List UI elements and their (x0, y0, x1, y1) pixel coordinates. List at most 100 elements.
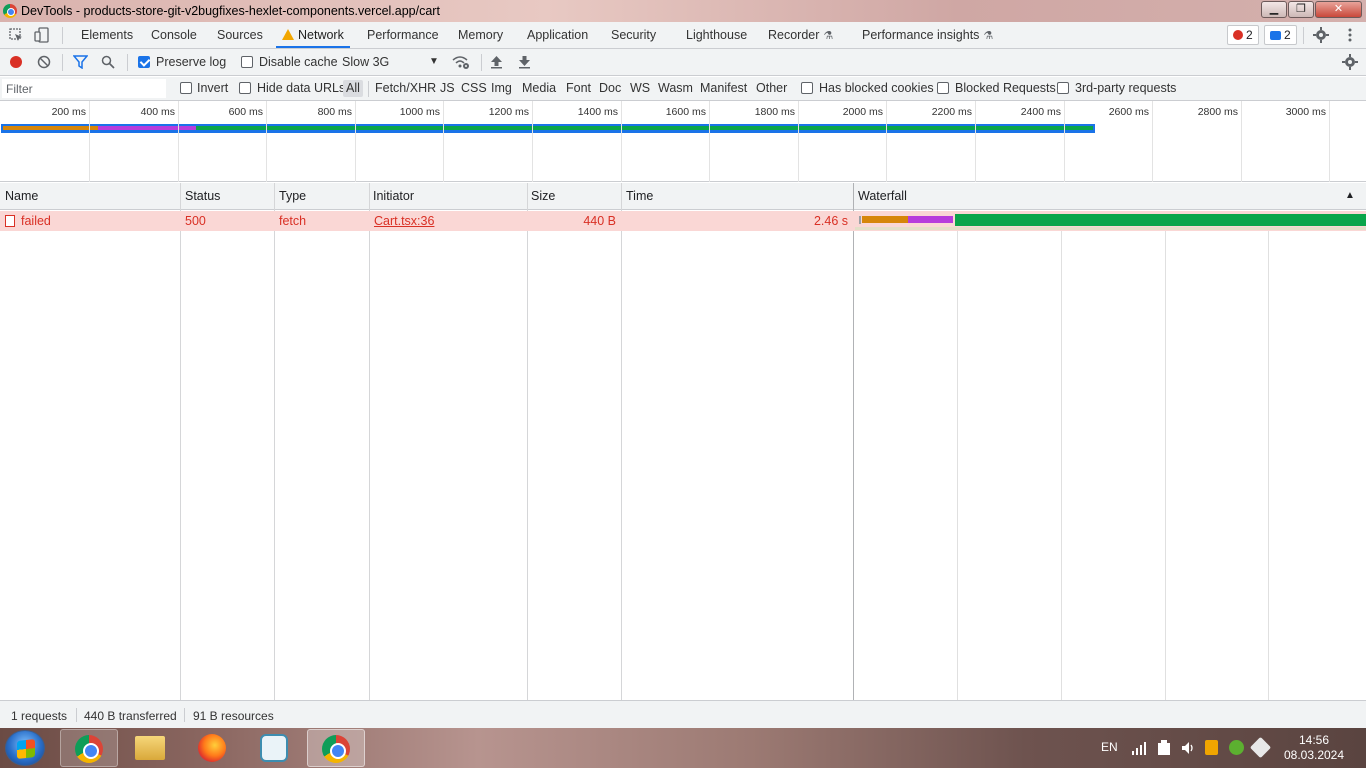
column-size[interactable]: Size (526, 183, 555, 209)
type-filter-other[interactable]: Other (756, 81, 787, 95)
blocked-requests-label: Blocked Requests (955, 81, 1056, 95)
close-button[interactable]: ✕ (1315, 1, 1362, 18)
filter-icon[interactable] (73, 55, 88, 69)
tray-app-icon[interactable] (1205, 740, 1218, 755)
chrome-icon (322, 735, 350, 763)
type-filter-font[interactable]: Font (566, 81, 591, 95)
invert-checkbox[interactable] (180, 82, 192, 94)
inspect-element-icon[interactable] (8, 27, 24, 43)
chrome-icon (75, 735, 103, 763)
taskbar-chrome-devtools[interactable] (307, 729, 365, 767)
type-filter-media[interactable]: Media (522, 81, 556, 95)
windows-taskbar: EN 14:56 08.03.2024 (0, 728, 1366, 768)
type-filter-all[interactable]: All (343, 80, 363, 97)
request-status: 500 (185, 214, 206, 228)
taskbar-app[interactable] (245, 729, 303, 767)
taskbar-explorer[interactable] (121, 729, 179, 767)
tab-elements[interactable]: Elements (81, 22, 133, 48)
throttling-select[interactable]: Slow 3G (342, 55, 389, 69)
overview-tick-label: 1600 ms (665, 106, 706, 118)
hide-data-urls-checkbox[interactable] (239, 82, 251, 94)
chevron-down-icon[interactable]: ▼ (429, 56, 439, 67)
window-title: DevTools - products-store-git-v2bugfixes… (21, 4, 440, 18)
firefox-icon (198, 734, 226, 762)
maximize-button[interactable]: ❐ (1288, 1, 1314, 18)
tab-recorder[interactable]: Recorder ⚗ (768, 22, 833, 48)
has-blocked-cookies-checkbox[interactable] (801, 82, 813, 94)
import-har-icon[interactable] (490, 55, 503, 69)
tab-console[interactable]: Console (151, 22, 197, 48)
start-button[interactable] (5, 730, 45, 766)
windows-logo-icon (17, 739, 35, 759)
column-type[interactable]: Type (274, 183, 306, 209)
taskbar-chrome[interactable] (60, 729, 118, 767)
device-toolbar-icon[interactable] (34, 27, 50, 43)
type-filter-img[interactable]: Img (491, 81, 512, 95)
app-icon (260, 734, 288, 762)
record-icon[interactable] (10, 56, 22, 68)
device-icon[interactable] (1157, 740, 1171, 756)
overview-tick-label: 2800 ms (1197, 106, 1238, 118)
sort-ascending-icon[interactable]: ▲ (1340, 183, 1355, 209)
type-filter-css[interactable]: CSS (461, 81, 487, 95)
tray-cube-icon[interactable] (1249, 736, 1272, 759)
overview-tick-label: 600 ms (228, 106, 263, 118)
overview-gridline (443, 101, 444, 182)
overview-tick-label: 800 ms (317, 106, 352, 118)
type-filter-js[interactable]: JS (440, 81, 455, 95)
overview-tick-label: 2400 ms (1020, 106, 1061, 118)
type-filter-ws[interactable]: WS (630, 81, 650, 95)
tab-lighthouse[interactable]: Lighthouse (686, 22, 747, 48)
system-clock[interactable]: 14:56 08.03.2024 (1282, 733, 1346, 763)
clear-icon[interactable] (37, 55, 51, 69)
network-settings-gear-icon[interactable] (1342, 54, 1358, 70)
overview-gridline (1241, 101, 1242, 182)
tab-application[interactable]: Application (527, 22, 588, 48)
overview-download-bar (196, 126, 1093, 130)
tab-performance-insights[interactable]: Performance insights ⚗ (862, 22, 993, 48)
blocked-requests-checkbox[interactable] (937, 82, 949, 94)
column-name[interactable]: Name (0, 183, 38, 209)
waterfall-download-bar (955, 214, 1366, 226)
disable-cache-checkbox[interactable] (241, 56, 253, 68)
initiator-link[interactable]: Cart.tsx:36 (374, 214, 434, 228)
network-overview-timeline[interactable]: 200 ms 400 ms 600 ms 800 ms 1000 ms 1200 ms 14… (0, 101, 1366, 182)
tab-memory[interactable]: Memory (458, 22, 503, 48)
column-initiator[interactable]: Initiator (368, 183, 414, 209)
more-options-icon[interactable] (1342, 27, 1358, 43)
network-conditions-icon[interactable] (452, 55, 470, 70)
tab-performance[interactable]: Performance (367, 22, 439, 48)
input-language[interactable]: EN (1101, 740, 1118, 754)
request-name: failed (21, 214, 51, 228)
type-filter-wasm[interactable]: Wasm (658, 81, 693, 95)
taskbar-firefox[interactable] (183, 729, 241, 767)
network-toolbar: Preserve log Disable cache Slow 3G ▼ (0, 49, 1366, 76)
search-icon[interactable] (101, 55, 115, 69)
fetch-document-icon (5, 215, 15, 227)
messages-badge[interactable]: 2 (1264, 25, 1297, 45)
network-signal-icon[interactable] (1132, 741, 1148, 755)
volume-icon[interactable] (1181, 741, 1196, 755)
type-filter-manifest[interactable]: Manifest (700, 81, 747, 95)
third-party-requests-checkbox[interactable] (1057, 82, 1069, 94)
errors-badge[interactable]: 2 (1227, 25, 1259, 45)
type-filter-fetch-xhr[interactable]: Fetch/XHR (375, 81, 436, 95)
request-size: 440 B (583, 214, 616, 228)
type-filter-doc[interactable]: Doc (599, 81, 621, 95)
export-har-icon[interactable] (518, 55, 531, 69)
minimize-button[interactable]: ▁ (1261, 1, 1287, 18)
column-waterfall[interactable]: Waterfall (853, 183, 907, 209)
column-status[interactable]: Status (180, 183, 220, 209)
settings-gear-icon[interactable] (1313, 27, 1329, 43)
warning-icon (282, 29, 294, 40)
preserve-log-checkbox[interactable] (138, 56, 150, 68)
filter-bar: Invert Hide data URLs All Fetch/XHR JS C… (0, 77, 1366, 101)
torrent-icon[interactable] (1229, 740, 1244, 755)
table-row[interactable]: failed 500 fetch Cart.tsx:36 440 B 2.46 … (0, 211, 1366, 231)
tab-sources[interactable]: Sources (217, 22, 263, 48)
tab-network[interactable]: Network (276, 22, 350, 48)
filter-input[interactable] (2, 79, 166, 98)
overview-gridline (266, 101, 267, 182)
tab-security[interactable]: Security (611, 22, 656, 48)
column-time[interactable]: Time (621, 183, 653, 209)
